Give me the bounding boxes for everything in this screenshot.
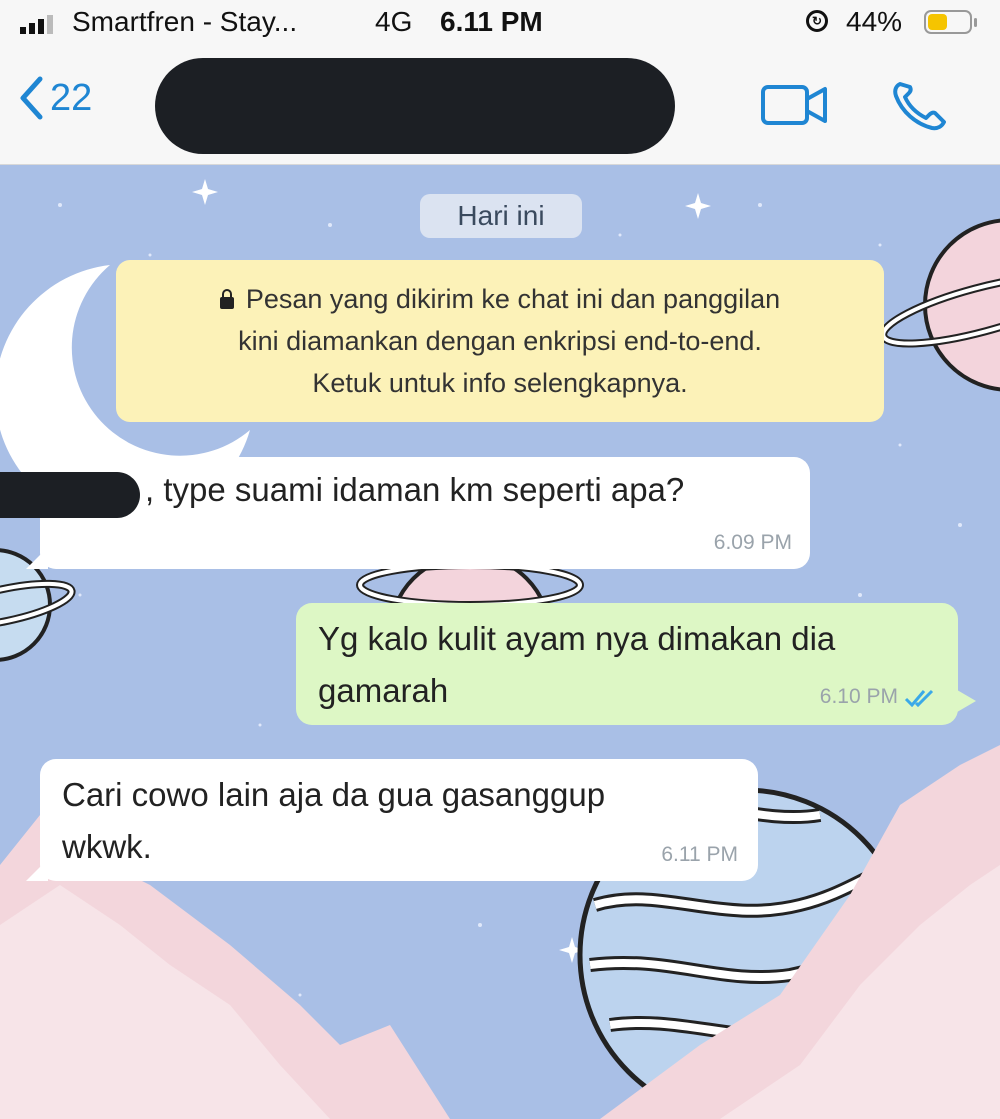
signal-icon xyxy=(20,14,53,34)
video-camera-icon xyxy=(761,85,827,125)
incoming-message[interactable]: , type suami idaman km seperti apa? 6.09… xyxy=(26,457,810,569)
chat-header: 22 xyxy=(0,46,1000,165)
message-time: 6.11 PM xyxy=(661,843,738,866)
battery-percentage: 44% xyxy=(846,6,903,37)
battery-icon xyxy=(924,10,977,34)
status-time: 6.11 PM xyxy=(440,6,543,37)
network-type: 4G xyxy=(375,6,413,37)
carrier-name: Smartfren - Stay... xyxy=(72,6,298,37)
voice-call-button[interactable] xyxy=(890,78,950,137)
contact-name-redacted[interactable] xyxy=(155,58,675,154)
chevron-left-icon xyxy=(20,76,43,120)
date-separator: Hari ini xyxy=(420,194,582,238)
back-button[interactable]: 22 xyxy=(18,76,92,120)
message-text: Yg kalo kulit ayam nya dimakan dia gamar… xyxy=(318,620,836,709)
video-call-button[interactable] xyxy=(760,82,830,133)
message-time: 6.09 PM xyxy=(713,531,792,554)
name-redaction xyxy=(0,472,140,518)
message-time: 6.10 PM xyxy=(819,685,898,708)
encryption-line: Ketuk untuk info selengkapnya. xyxy=(312,368,688,398)
double-check-icon xyxy=(904,689,934,707)
outgoing-message[interactable]: Yg kalo kulit ayam nya dimakan dia gamar… xyxy=(296,603,976,725)
status-bar: Smartfren - Stay... 4G 6.11 PM ↻ 44% xyxy=(0,0,1000,46)
lock-icon xyxy=(219,289,234,309)
incoming-message[interactable]: Cari cowo lain aja da gua gasanggup wkwk… xyxy=(26,759,758,881)
encryption-line: kini diamankan dengan enkripsi end-to-en… xyxy=(238,326,762,356)
encryption-notice[interactable]: Pesan yang dikirim ke chat ini dan pangg… xyxy=(116,260,884,422)
unread-count: 22 xyxy=(50,76,93,119)
chat-area[interactable]: Hari ini Pesan yang dikirim ke chat ini … xyxy=(0,165,1000,1119)
message-text: , type suami idaman km seperti apa? xyxy=(145,471,685,508)
encryption-line: Pesan yang dikirim ke chat ini dan pangg… xyxy=(116,278,884,320)
message-text: Cari cowo lain aja da gua gasanggup wkwk… xyxy=(62,776,606,865)
phone-icon xyxy=(893,82,946,131)
rotation-lock-icon: ↻ xyxy=(806,10,828,32)
